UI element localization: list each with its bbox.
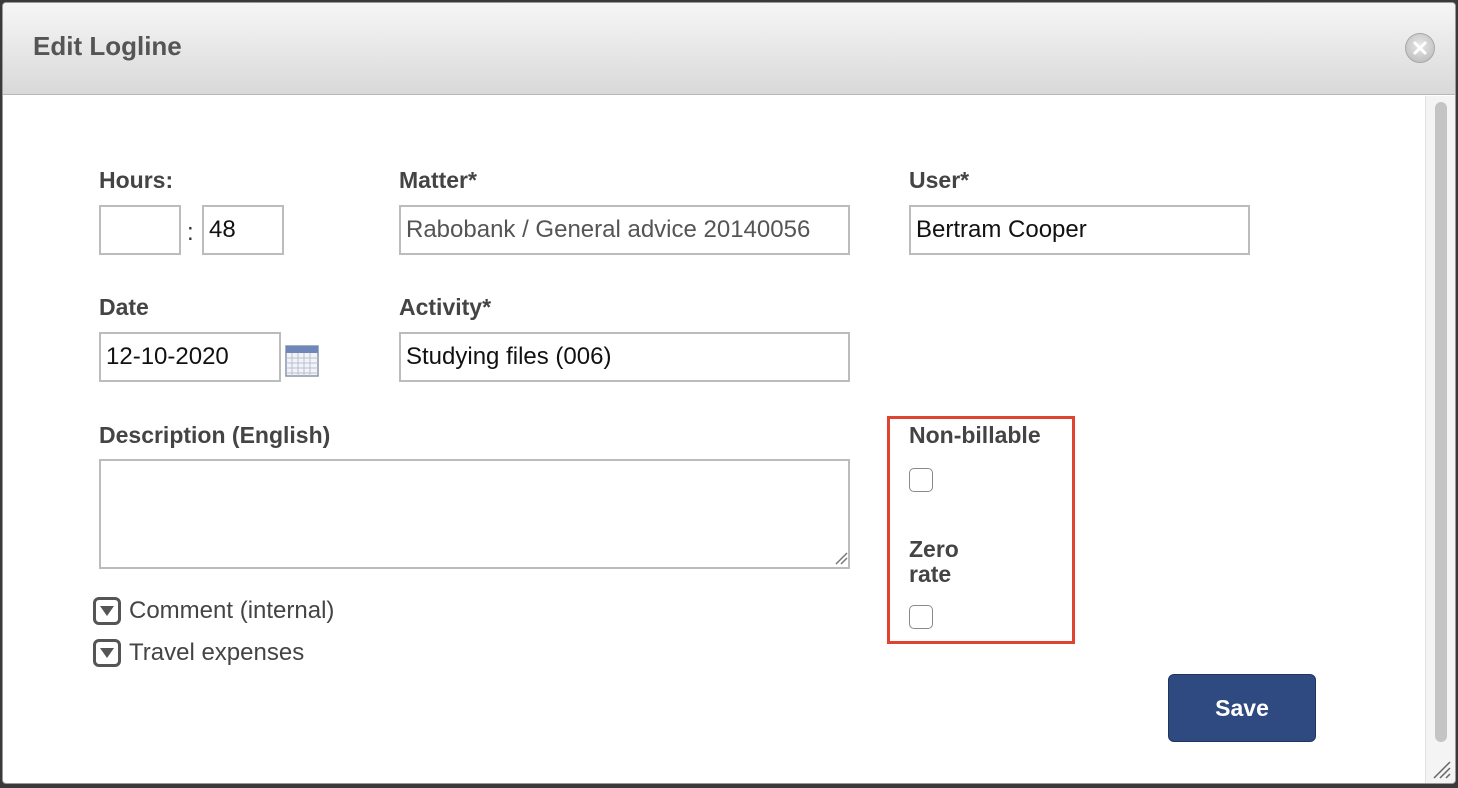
- zero-rate-label-line2: rate: [909, 561, 952, 587]
- non-billable-label: Non-billable: [909, 422, 1041, 448]
- expand-down-icon: [93, 597, 121, 625]
- matter-label: Matter*: [399, 167, 477, 193]
- calendar-icon[interactable]: [285, 345, 319, 377]
- hours-label: Hours:: [99, 167, 174, 193]
- activity-input[interactable]: [399, 332, 850, 382]
- expand-down-icon: [93, 639, 121, 667]
- zero-rate-label-line1: Zero: [909, 536, 959, 562]
- minutes-input[interactable]: [202, 205, 284, 255]
- matter-input[interactable]: [399, 205, 850, 255]
- dialog-resize-icon[interactable]: [1429, 757, 1451, 779]
- description-label: Description (English): [99, 422, 331, 448]
- dialog-titlebar[interactable]: Edit Logline: [3, 3, 1455, 95]
- comment-internal-expander[interactable]: Comment (internal): [93, 597, 334, 625]
- user-label: User*: [909, 167, 970, 193]
- hours-input[interactable]: [99, 205, 181, 255]
- description-textarea[interactable]: [99, 459, 850, 569]
- hours-separator: :: [187, 219, 194, 246]
- date-label: Date: [99, 294, 149, 320]
- dialog-title: Edit Logline: [33, 31, 182, 61]
- save-button[interactable]: Save: [1168, 674, 1316, 742]
- comment-internal-label: Comment (internal): [129, 597, 335, 624]
- user-input[interactable]: [909, 205, 1250, 255]
- close-icon: [1413, 41, 1427, 55]
- scrollbar-thumb[interactable]: [1435, 102, 1447, 742]
- edit-logline-dialog: Edit Logline Hours: : Matter* User* Date…: [2, 2, 1456, 784]
- travel-expenses-label: Travel expenses: [129, 639, 305, 666]
- vertical-scrollbar[interactable]: [1425, 96, 1455, 783]
- close-button[interactable]: [1405, 33, 1435, 63]
- zero-rate-checkbox[interactable]: [909, 605, 933, 629]
- activity-label: Activity*: [399, 294, 492, 320]
- travel-expenses-expander[interactable]: Travel expenses: [93, 639, 304, 667]
- non-billable-checkbox[interactable]: [909, 468, 933, 492]
- date-input[interactable]: [99, 332, 281, 382]
